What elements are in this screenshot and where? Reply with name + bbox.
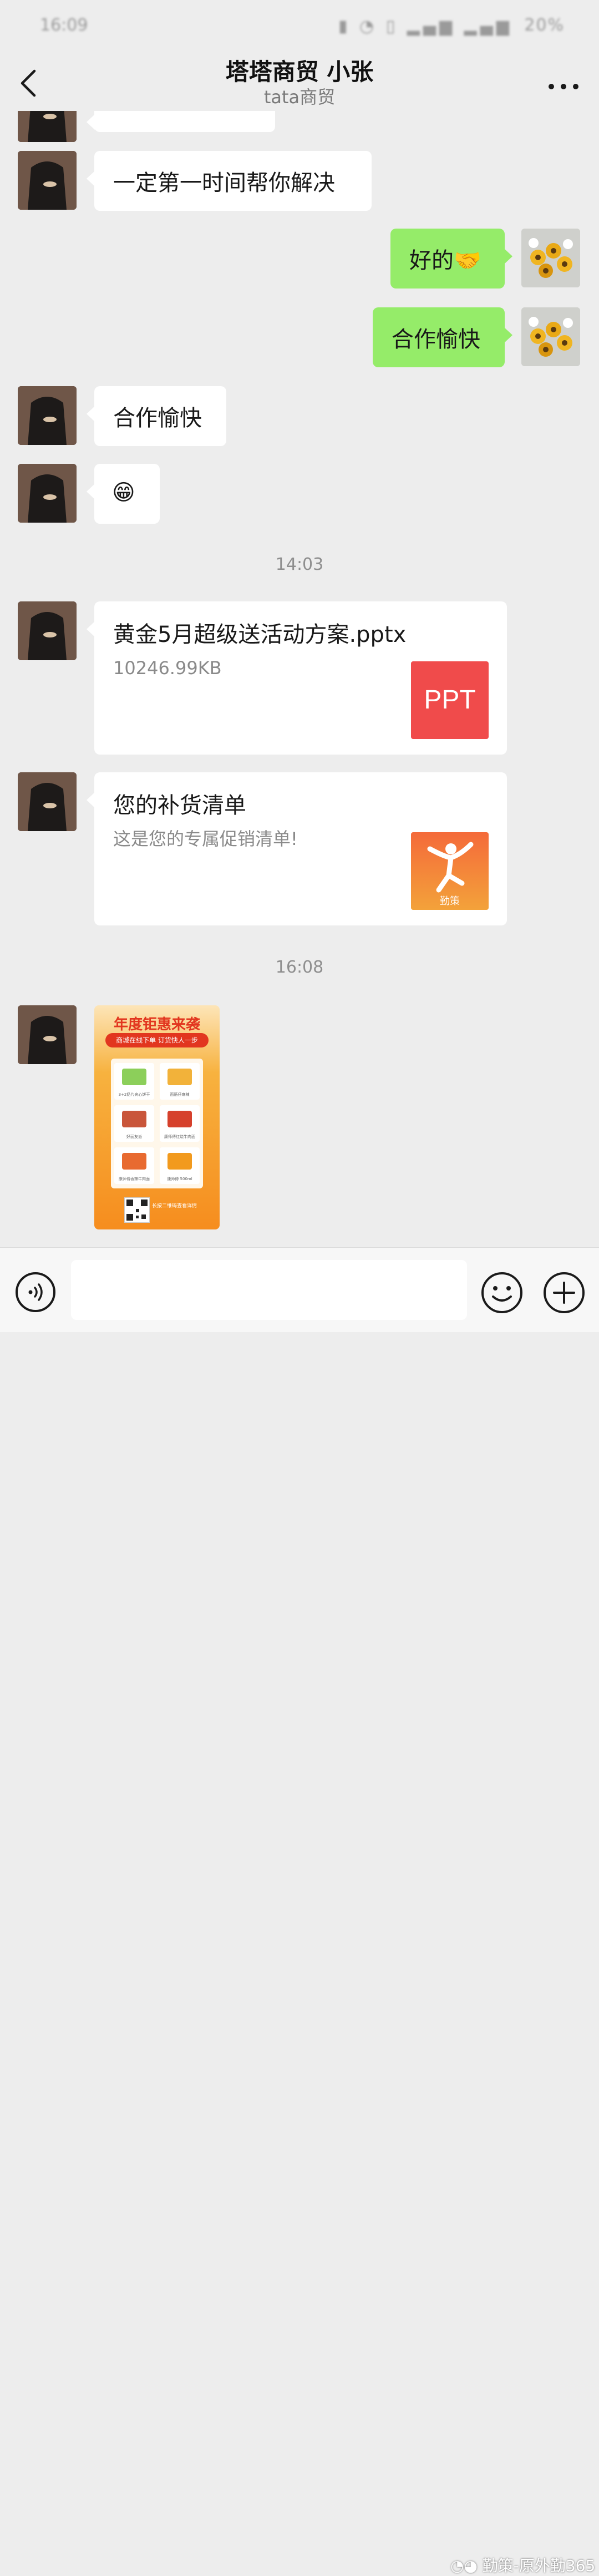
message-timestamp: 16:08 xyxy=(275,958,324,977)
poster-product: 好丽友派 xyxy=(114,1105,154,1142)
poster-product-name: 康师傅红烧牛肉面 xyxy=(164,1135,195,1139)
message-bubble-outgoing[interactable]: 合作愉快 xyxy=(373,307,512,367)
contact-avatar[interactable] xyxy=(18,111,77,142)
poster-product-name: 好丽友派 xyxy=(126,1135,142,1139)
more-dots-icon xyxy=(549,84,578,89)
message-bubble-outgoing[interactable]: 好的🤝 xyxy=(390,229,512,289)
status-time: 16:09 xyxy=(40,16,88,35)
app-logo-icon: 勤策 xyxy=(411,832,489,910)
voice-icon xyxy=(16,1272,55,1312)
message-text-input[interactable] xyxy=(71,1260,467,1320)
voice-input-button[interactable] xyxy=(14,1271,57,1313)
message-text: 合作愉快 xyxy=(113,406,202,431)
contact-avatar-image xyxy=(18,464,77,523)
status-icons: ▮ ◔ ▯ ▂▄▆ ▂▄▆ xyxy=(338,17,512,36)
app-label: 勤策 xyxy=(440,895,460,907)
contact-avatar[interactable] xyxy=(18,464,77,523)
watermark-text: 勤策-原外勤365 xyxy=(482,2557,596,2575)
more-functions-button[interactable] xyxy=(542,1271,586,1314)
contact-avatar[interactable] xyxy=(18,151,77,210)
link-message-card[interactable]: 您的补货清单 这是您的专属促销清单! 勤策 xyxy=(87,772,507,925)
contact-avatar-image xyxy=(18,111,77,142)
promo-poster-image[interactable]: 年度钜惠来袭 商城在线下单 订货快人一步 3+2奶片夹心饼干 面筋仔麻辣 好丽友… xyxy=(94,1005,220,1229)
file-name: 黄金5月超级送活动方案.pptx xyxy=(113,622,407,647)
link-description: 这是您的专属促销清单! xyxy=(113,828,298,849)
chat-header: 塔塔商贸 小张 tata商贸 xyxy=(0,53,599,111)
battery-level: 20% xyxy=(524,16,565,35)
message-text: 好的🤝 xyxy=(409,248,481,274)
message-input-bar: ◔◕ 勤策-原外勤365 xyxy=(0,1247,599,2575)
wechat-logo-icon: ◔◕ xyxy=(450,2557,483,2575)
my-avatar[interactable] xyxy=(521,229,580,287)
poster-product: 康师傅 500ml xyxy=(160,1147,200,1184)
message-bubble[interactable]: 合作愉快 xyxy=(87,386,226,446)
message-text: 一定第一时间帮你解决 xyxy=(113,170,335,196)
poster-product: 面筋仔麻辣 xyxy=(160,1063,200,1100)
contact-avatar[interactable] xyxy=(18,601,77,660)
poster-product-grid: 3+2奶片夹心饼干 面筋仔麻辣 好丽友派 康师傅红烧牛肉面 康师傅香辣牛肉面 康… xyxy=(111,1059,203,1188)
contact-avatar[interactable] xyxy=(18,772,77,831)
contact-avatar[interactable] xyxy=(18,386,77,445)
file-message-card[interactable]: 黄金5月超级送活动方案.pptx 10246.99KB PPT xyxy=(87,601,507,755)
contact-avatar[interactable] xyxy=(18,1005,77,1064)
my-avatar[interactable] xyxy=(521,307,580,366)
poster-qr-note: 长按二维码查看详情 xyxy=(152,1203,197,1209)
contact-avatar-image xyxy=(18,386,77,445)
poster-banner: 商城在线下单 订货快人一步 xyxy=(105,1033,209,1047)
plus-icon xyxy=(544,1272,585,1313)
poster-product-name: 康师傅 500ml xyxy=(167,1177,192,1181)
message-bubble[interactable]: 一定第一时间帮你解决 xyxy=(87,151,372,211)
poster-product: 康师傅香辣牛肉面 xyxy=(114,1147,154,1184)
status-bar: 16:09 ▮ ◔ ▯ ▂▄▆ ▂▄▆ 20% xyxy=(0,0,599,53)
poster-product-name: 面筋仔麻辣 xyxy=(170,1092,190,1097)
message-bubble[interactable]: 😁 xyxy=(87,464,160,524)
flower-bouquet-avatar-image xyxy=(521,307,580,366)
poster-product: 3+2奶片夹心饼干 xyxy=(114,1063,154,1100)
message-text: 合作愉快 xyxy=(392,327,480,352)
contact-avatar-image xyxy=(18,772,77,831)
poster-product: 康师傅红烧牛肉面 xyxy=(160,1105,200,1142)
chat-subtitle: tata商贸 xyxy=(263,87,336,108)
grinning-emoji: 😁 xyxy=(112,480,135,505)
watermark: ◔◕ 勤策-原外勤365 xyxy=(450,2554,595,2576)
message-timestamp: 14:03 xyxy=(275,555,324,574)
file-size: 10246.99KB xyxy=(113,657,222,679)
qr-code-icon xyxy=(124,1197,150,1223)
message-bubble-partial[interactable] xyxy=(87,111,275,132)
poster-title: 年度钜惠来袭 xyxy=(113,1016,200,1033)
contact-avatar-image xyxy=(18,1005,77,1064)
link-title: 您的补货清单 xyxy=(113,793,246,818)
poster-product-name: 3+2奶片夹心饼干 xyxy=(118,1092,150,1097)
contact-avatar-image xyxy=(18,151,77,210)
contact-avatar-image xyxy=(18,601,77,660)
chat-title: 塔塔商贸 小张 xyxy=(225,58,374,85)
ppt-file-icon: PPT xyxy=(411,661,489,739)
flower-bouquet-avatar-image xyxy=(521,229,580,287)
smiley-face-icon xyxy=(481,1272,522,1313)
emoji-button[interactable] xyxy=(480,1271,524,1314)
poster-product-name: 康师傅香辣牛肉面 xyxy=(119,1177,150,1181)
message-list[interactable]: 一定第一时间帮你解决 好的🤝 合作愉快 合作愉快 😁 14:03 黄金5月超级送… xyxy=(0,111,599,1247)
more-options-button[interactable] xyxy=(542,64,585,98)
